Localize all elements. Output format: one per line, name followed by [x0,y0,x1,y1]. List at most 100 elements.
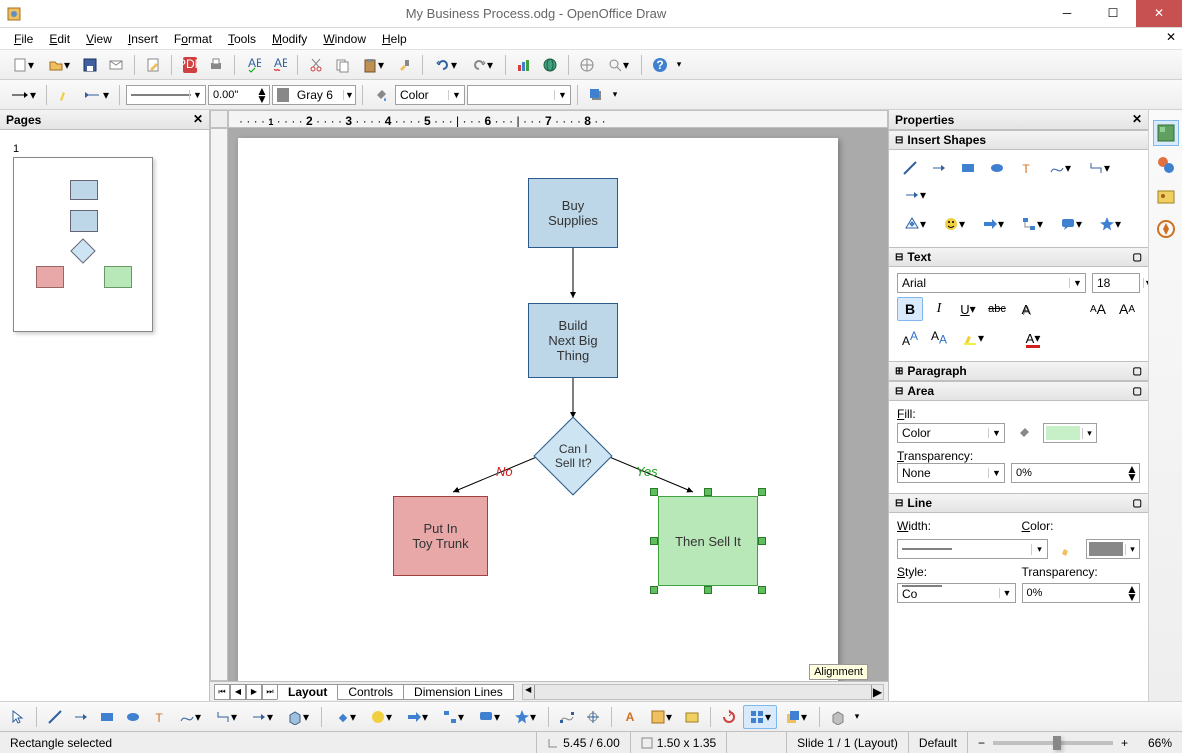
points-button[interactable] [555,705,579,729]
shape-ellipse-icon[interactable] [984,156,1010,180]
toolbar2-overflow-icon[interactable]: ▾ [610,83,620,107]
shape-flowchart-icon[interactable]: ▾ [1014,212,1050,236]
ellipse-tool-button[interactable] [121,705,145,729]
shape-text-icon[interactable]: T [1013,156,1039,180]
transparency-spinner[interactable]: 0%▲▼ [1011,463,1140,483]
page-thumbnail[interactable]: 1 [8,138,158,337]
line-width-spinner[interactable]: 0.00" ▲▼ [208,85,270,105]
print-button[interactable] [204,53,228,77]
underline-button[interactable]: U▾ [955,297,981,321]
menu-insert[interactable]: Insert [120,30,166,48]
shape-symbol-icon[interactable]: ▾ [936,212,972,236]
basic-shapes-button[interactable]: ▾ [328,705,362,729]
strike-button[interactable]: abc [984,297,1010,321]
area-more-icon[interactable]: ▢ [1133,386,1142,397]
text-tool-button[interactable]: T [147,705,171,729]
section-line[interactable]: Line [907,496,932,510]
menu-format[interactable]: Format [166,30,220,48]
font-size-combo[interactable]: 18▼ [1092,273,1140,293]
autospell-button[interactable]: ABC [267,53,291,77]
from-file-button[interactable]: ▾ [644,705,678,729]
italic-button[interactable]: I [926,297,952,321]
vertical-ruler[interactable] [210,128,228,681]
tab-controls[interactable]: Controls [337,684,404,700]
zoom-button[interactable]: ▾ [601,53,635,77]
font-name-combo[interactable]: Arial▼ [897,273,1086,293]
callout-shapes-button[interactable]: ▾ [472,705,506,729]
super-button[interactable]: AA [897,326,923,350]
shape-star-icon[interactable]: ▾ [1092,212,1128,236]
shape-connector-icon[interactable]: ▾ [1081,156,1117,180]
shadow-text-button[interactable]: A [1013,297,1039,321]
lines-tool-button[interactable]: ▾ [245,705,279,729]
section-area[interactable]: Area [907,384,934,398]
menu-file[interactable]: File [6,30,41,48]
grow-font-button[interactable]: AA [1085,297,1111,321]
flowchart-diamond[interactable]: Can I Sell It? [533,416,612,495]
navigator-button[interactable] [575,53,599,77]
highlight-pen-icon[interactable] [53,83,77,107]
line-style-combo-sidebar[interactable]: Co▼ [897,583,1016,603]
new-button[interactable]: ▾ [6,53,40,77]
section-text[interactable]: Text [907,250,931,264]
extrusion-button[interactable] [826,705,850,729]
shape-line-icon[interactable] [897,156,923,180]
pages-panel-close-icon[interactable]: ✕ [193,112,203,127]
line-style-combo[interactable]: ▼ [126,85,206,105]
line-width-combo[interactable]: ▾ [897,539,1048,559]
gluepoints-button[interactable] [581,705,605,729]
block-arrows-button[interactable]: ▾ [400,705,434,729]
line-color-combo[interactable]: Gray 6 ▼ [272,85,356,105]
star-shapes-button[interactable]: ▾ [508,705,542,729]
paragraph-more-icon[interactable]: ▢ [1133,366,1142,377]
flowchart-box-build[interactable]: Build Next Big Thing [528,303,618,378]
bucket-fill-icon[interactable] [369,83,393,107]
symbol-shapes-button[interactable]: ▾ [364,705,398,729]
sidebar-styles-icon[interactable] [1153,152,1179,178]
flowchart-box-toytrunk[interactable]: Put In Toy Trunk [393,496,488,576]
sidebar-gallery-icon[interactable] [1153,184,1179,210]
arrow-tool-button[interactable] [69,705,93,729]
sidebar-properties-icon[interactable] [1153,120,1179,146]
menu-window[interactable]: Window [315,30,374,48]
tab-layout[interactable]: Layout [277,684,338,700]
next-tab-button[interactable]: ▶ [246,684,262,700]
shape-curve-icon[interactable]: ▾ [1042,156,1078,180]
fill-type-combo-sidebar[interactable]: Color▼ [897,423,1005,443]
shape-basic-icon[interactable]: ▾ [897,212,933,236]
font-color-button[interactable]: A▾ [1015,326,1051,350]
menu-edit[interactable]: Edit [41,30,78,48]
select-tool-button[interactable] [6,705,30,729]
sidebar-navigator-icon[interactable] [1153,216,1179,242]
chart-button[interactable] [512,53,536,77]
close-button[interactable]: ✕ [1136,0,1182,27]
alignment-button[interactable]: ▾ [743,705,777,729]
arrow-style-button[interactable]: ▾ [6,83,40,107]
section-paragraph[interactable]: Paragraph [907,364,966,378]
zoom-slider[interactable] [993,741,1113,745]
paste-button[interactable]: ▾ [356,53,390,77]
menu-help[interactable]: Help [374,30,415,48]
properties-close-icon[interactable]: ✕ [1132,112,1142,127]
fontwork-button[interactable]: A [618,705,642,729]
zoom-in-button[interactable]: + [1121,736,1128,750]
document-close-icon[interactable]: ✕ [1166,30,1176,45]
line-color-picker[interactable]: ▾ [1086,539,1140,559]
hyperlink-button[interactable] [538,53,562,77]
drawing-page[interactable]: Buy Supplies Build Next Big Thing Can I … [238,138,838,681]
save-button[interactable] [78,53,102,77]
rect-tool-button[interactable] [95,705,119,729]
help-button[interactable]: ? [648,53,672,77]
horizontal-ruler[interactable]: · · · · 1 · · · · 2 · · · · 3 · · · · 4 … [228,110,888,128]
shape-arrow-icon[interactable] [926,156,952,180]
bucket-icon[interactable] [1011,421,1037,445]
line-more-icon[interactable]: ▢ [1133,498,1142,509]
last-tab-button[interactable]: ⏭ [262,684,278,700]
pdf-export-button[interactable]: PDF [178,53,202,77]
bold-button[interactable]: B [897,297,923,321]
first-tab-button[interactable]: ⏮ [214,684,230,700]
connector-tool-button[interactable]: ▾ [209,705,243,729]
highlight-button[interactable]: ▾ [955,326,991,350]
line-transparency-spinner[interactable]: 0%▲▼ [1022,583,1141,603]
copy-button[interactable] [330,53,354,77]
